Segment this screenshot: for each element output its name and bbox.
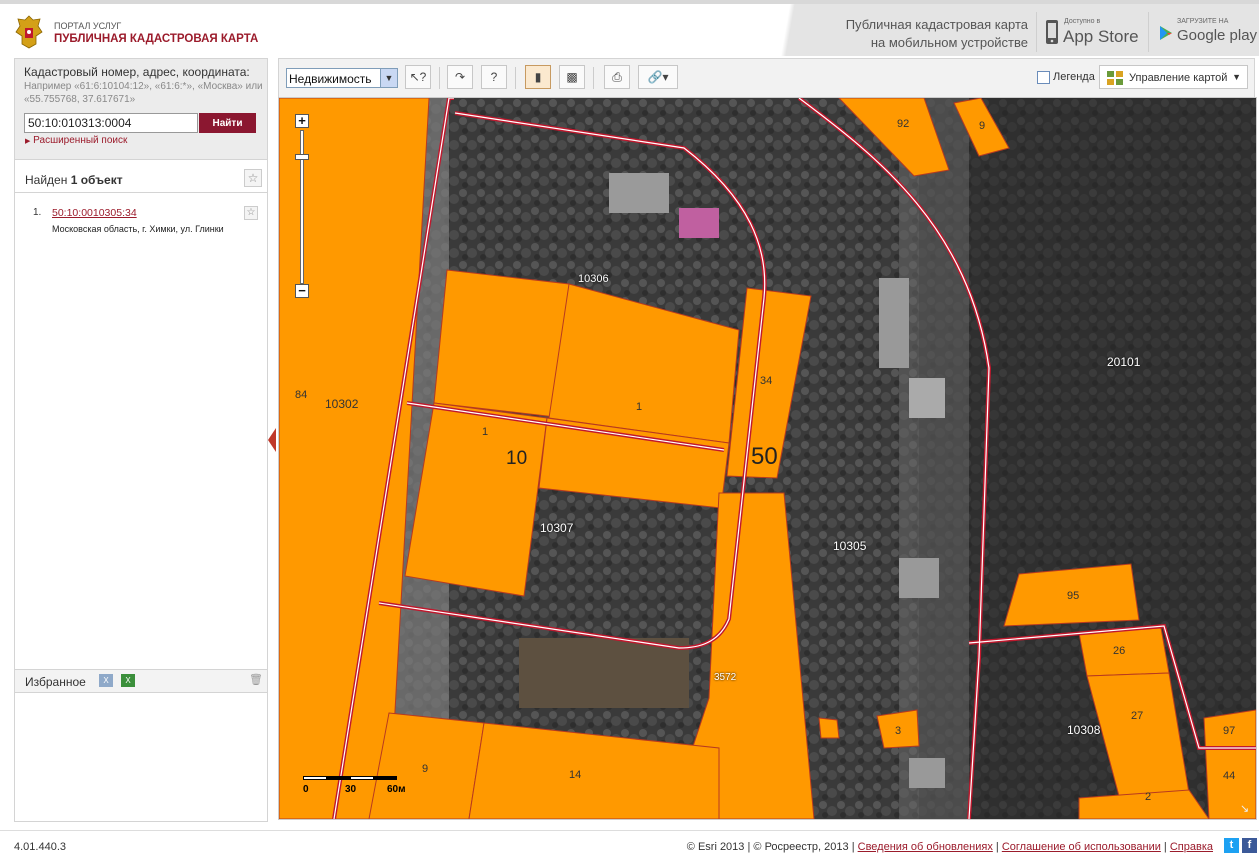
map-label: 10307	[540, 521, 574, 535]
trash-icon[interactable]: 🗑	[249, 674, 263, 687]
map-label: 10306	[578, 273, 609, 285]
map-canvas[interactable]: 92 9 10306 34 1 1 10 50 84 10302 20101 1…	[278, 97, 1257, 820]
results-header: Найден 1 объект ☆	[15, 166, 267, 193]
twitter-icon[interactable]: t	[1224, 838, 1239, 853]
agreement-link[interactable]: Соглашение об использовании	[1002, 841, 1161, 853]
map-label: 27	[1131, 710, 1144, 722]
map-label: 1	[482, 426, 489, 438]
map-label: 2	[1145, 791, 1152, 803]
portal-caption: ПОРТАЛ УСЛУГ	[54, 21, 122, 31]
zoom-out-button[interactable]: −	[295, 284, 309, 298]
site-header: ПОРТАЛ УСЛУГ ПУБЛИЧНАЯ КАДАСТРОВАЯ КАРТА…	[0, 4, 1259, 56]
footer: 4.01.440.3 © Esri 2013 | © Росреестр, 20…	[0, 830, 1259, 860]
map-label: 26	[1113, 645, 1126, 657]
map-label: 9	[422, 763, 429, 775]
building	[879, 278, 909, 368]
favorites-header: Избранное X X 🗑	[15, 669, 267, 693]
star-icon[interactable]: ☆	[244, 169, 262, 187]
layer-select[interactable]: Недвижимость ▼	[286, 68, 398, 88]
legend-label: Легенда	[1053, 71, 1095, 83]
identify-tool-icon[interactable]: ↖?	[405, 65, 431, 89]
star-icon[interactable]: ☆	[244, 206, 258, 220]
construction-site	[519, 638, 689, 708]
map-label: 9	[979, 120, 986, 132]
map-label: 10308	[1067, 723, 1101, 737]
site-title[interactable]: ПУБЛИЧНАЯ КАДАСТРОВАЯ КАРТА	[54, 33, 258, 45]
version-label: 4.01.440.3	[14, 841, 66, 853]
facebook-icon[interactable]: f	[1242, 838, 1257, 853]
map-label: 44	[1223, 770, 1236, 782]
map-label: 14	[569, 769, 582, 781]
map-control-dropdown[interactable]: Управление картой ▼	[1099, 65, 1248, 89]
layers-icon	[1107, 71, 1123, 85]
result-address: Московская область, г. Химки, ул. Глинки	[52, 224, 224, 234]
scale-bar: 0 30 60м	[303, 774, 406, 796]
link-icon[interactable]: 🔗▾	[638, 65, 678, 89]
triangle-right-icon: ▶	[25, 138, 31, 145]
phone-icon	[1046, 20, 1058, 44]
building	[679, 208, 719, 238]
updates-link[interactable]: Сведения об обновлениях	[858, 841, 993, 853]
map-toolbar: Недвижимость ▼ ↖? ↷ ? ▮ ▩ ⎙ 🔗▾ Легенда У…	[278, 58, 1255, 98]
map-label: 92	[897, 118, 910, 130]
zoom-slider-handle[interactable]	[295, 154, 309, 160]
appstore-button[interactable]: Доступно в App Store	[1036, 12, 1147, 52]
result-number: 1.	[33, 207, 42, 218]
building	[899, 558, 939, 598]
parcel	[818, 717, 840, 739]
search-input[interactable]	[24, 113, 198, 133]
map-label: 1	[636, 401, 643, 413]
area-ruler-icon[interactable]: ▩	[559, 65, 585, 89]
mobile-promo: Публичная кадастровая карта на мобильном…	[770, 4, 1259, 56]
map-label: 20101	[1107, 355, 1141, 369]
chevron-down-icon: ▼	[380, 69, 397, 87]
legend-checkbox[interactable]	[1037, 71, 1050, 84]
googleplay-button[interactable]: ЗАГРУЗИТЕ НА Google play	[1148, 12, 1259, 52]
map-identify-icon[interactable]: ?	[481, 65, 507, 89]
forest-area	[919, 98, 1256, 819]
footer-links: © Esri 2013 | © Росреестр, 2013 | Сведен…	[686, 841, 1213, 853]
collapse-panel-icon[interactable]	[268, 428, 276, 452]
found-count: Найден 1 объект	[25, 173, 123, 187]
map-label: 95	[1067, 590, 1080, 602]
building	[909, 758, 945, 788]
excel-import-icon[interactable]: X	[121, 674, 135, 687]
search-example: Например «61:6:10104:12», «61:6:*», «Мос…	[24, 81, 263, 105]
map-label: 10	[506, 448, 528, 469]
mobile-promo-text: Публичная кадастровая карта на мобильном…	[845, 17, 1028, 50]
map-label: 97	[1223, 725, 1236, 737]
find-button[interactable]: Найти	[199, 113, 256, 133]
building	[609, 173, 669, 213]
resize-icon[interactable]: ↘	[1240, 803, 1252, 815]
map-label: 10302	[325, 397, 359, 411]
google-play-icon	[1160, 26, 1172, 40]
search-label: Кадастровый номер, адрес, координата:	[24, 65, 250, 79]
map-label: 50	[751, 443, 778, 470]
zoom-in-button[interactable]: +	[295, 114, 309, 128]
search-section: Кадастровый номер, адрес, координата: На…	[15, 59, 267, 160]
help-link[interactable]: Справка	[1170, 841, 1213, 853]
result-cadastral-link[interactable]: 50:10:0010305:34	[52, 207, 137, 219]
left-panel: Кадастровый номер, адрес, координата: На…	[14, 58, 268, 822]
ruler-icon[interactable]: ▮	[525, 65, 551, 89]
building	[909, 378, 945, 418]
print-icon[interactable]: ⎙	[604, 65, 630, 89]
chevron-down-icon: ▼	[1232, 72, 1241, 82]
favorites-label: Избранное	[25, 675, 86, 689]
parcel	[433, 269, 570, 419]
excel-export-icon[interactable]: X	[99, 674, 113, 687]
zoom-control: + −	[295, 114, 309, 300]
map-label: 84	[295, 389, 308, 401]
map-label: 3	[895, 725, 902, 737]
russian-emblem-icon	[15, 15, 43, 49]
map-label: 3572	[714, 672, 737, 683]
map-label: 10305	[833, 539, 867, 553]
advanced-search-link[interactable]: ▶ Расширенный поиск	[25, 135, 127, 146]
map-label: 34	[760, 375, 773, 387]
area-measure-icon[interactable]: ↷	[447, 65, 473, 89]
